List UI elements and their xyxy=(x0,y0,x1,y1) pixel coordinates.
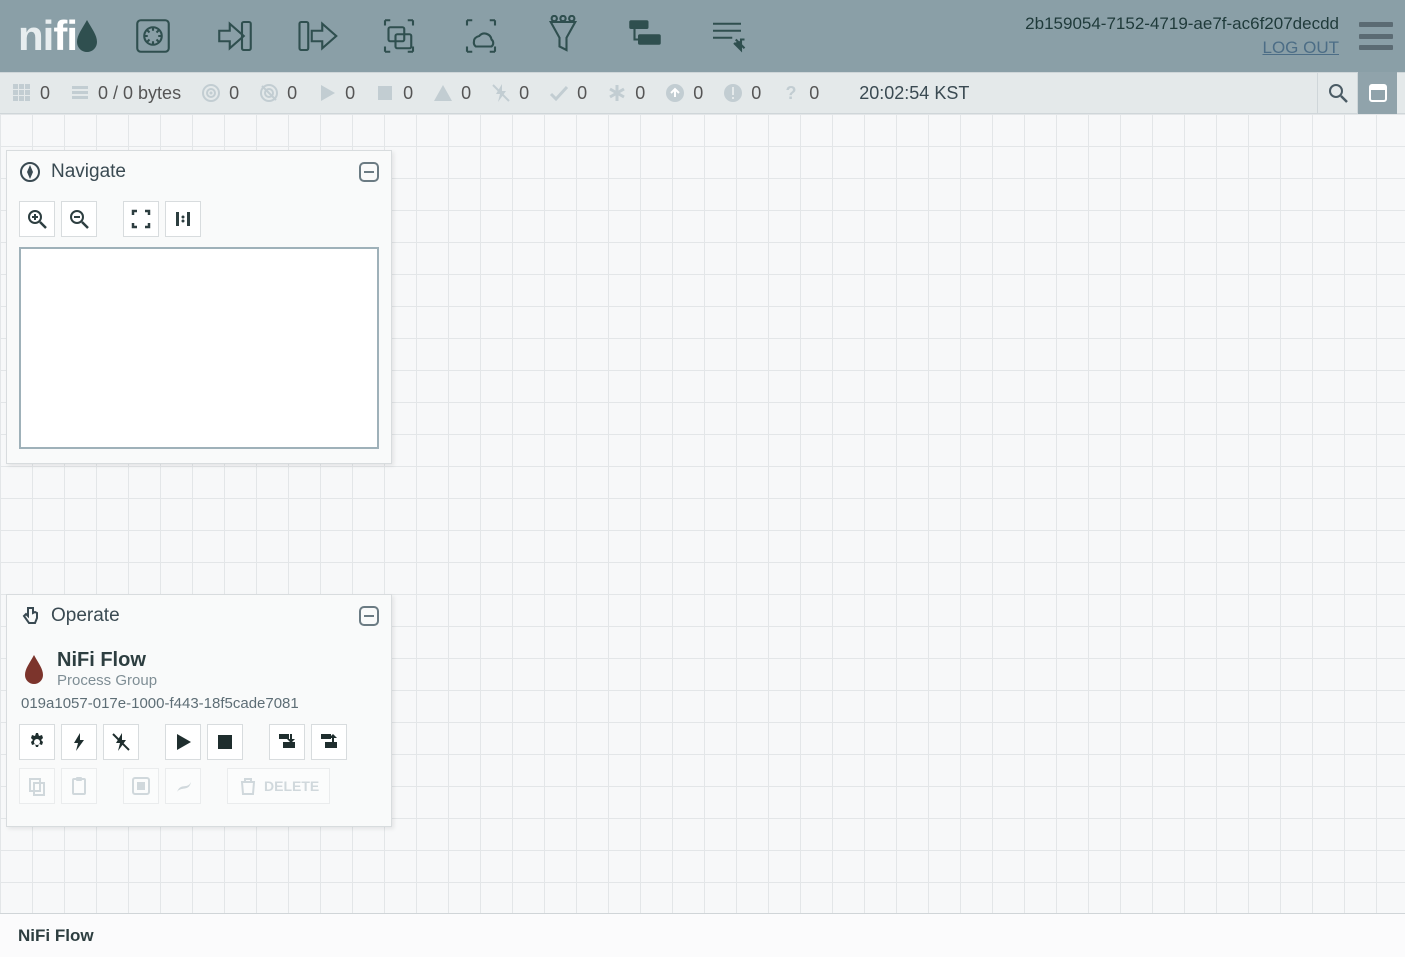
v: 0 xyxy=(635,83,645,104)
user-id: 2b159054-7152-4719-ae7f-ac6f207decdd xyxy=(1025,14,1339,34)
svg-text:?: ? xyxy=(786,83,797,103)
asterisk-icon xyxy=(607,83,627,103)
last-refresh-time: 20:02:54 KST xyxy=(859,83,969,104)
zoom-in-button[interactable] xyxy=(19,201,55,237)
question-icon: ? xyxy=(781,83,801,103)
v: 0 xyxy=(461,83,471,104)
stat-transmitting: 0 xyxy=(201,83,239,104)
hand-pointer-icon xyxy=(19,605,41,627)
status-bar: 0 0 / 0 bytes 0 0 0 0 0 0 0 0 0 0 xyxy=(0,72,1405,114)
drag-output-port-icon[interactable] xyxy=(293,12,341,60)
collapse-operate-button[interactable] xyxy=(359,606,379,626)
paste-button xyxy=(61,768,97,804)
stop-icon xyxy=(375,83,395,103)
flow-drop-icon xyxy=(23,654,45,684)
v: 0 xyxy=(345,83,355,104)
operate-title: Operate xyxy=(51,605,120,627)
navigate-title: Navigate xyxy=(51,161,126,183)
bulletin-board-button[interactable] xyxy=(1357,72,1397,114)
logo-drop-icon xyxy=(75,19,99,53)
stat-disabled: 0 xyxy=(491,83,529,104)
app-header: nifi 2b159054-7152-4719-ae7f-ac6f2 xyxy=(0,0,1405,72)
drag-processor-icon[interactable] xyxy=(129,12,177,60)
v: 0 xyxy=(751,83,761,104)
stat-up-to-date: 0 xyxy=(549,83,587,104)
exclamation-circle-icon xyxy=(723,83,743,103)
drag-label-icon[interactable] xyxy=(703,12,751,60)
zoom-out-button[interactable] xyxy=(61,201,97,237)
v: 0 xyxy=(40,83,50,104)
create-template-button[interactable] xyxy=(269,724,305,760)
drag-funnel-icon[interactable] xyxy=(539,12,587,60)
component-toolbox xyxy=(129,12,751,60)
color-button xyxy=(165,768,201,804)
birdseye-view[interactable] xyxy=(19,247,379,449)
stat-sync-failure: 0 xyxy=(723,83,761,104)
bolt-slash-icon xyxy=(491,83,511,103)
play-icon xyxy=(317,83,337,103)
upload-template-button[interactable] xyxy=(311,724,347,760)
v: 0 xyxy=(809,83,819,104)
enable-button[interactable] xyxy=(61,724,97,760)
search-button[interactable] xyxy=(1317,72,1357,114)
breadcrumb[interactable]: NiFi Flow xyxy=(0,913,1405,957)
warning-icon xyxy=(433,83,453,103)
operate-flow-name: NiFi Flow xyxy=(57,649,157,672)
operate-panel: Operate NiFi Flow Process Group 019a1057… xyxy=(6,594,392,827)
grid-icon xyxy=(12,83,32,103)
configure-button[interactable] xyxy=(19,724,55,760)
stat-queued: 0 / 0 bytes xyxy=(70,83,181,104)
v: 0 xyxy=(519,83,529,104)
stat-running: 0 xyxy=(317,83,355,104)
logout-link[interactable]: LOG OUT xyxy=(1262,38,1339,58)
drag-input-port-icon[interactable] xyxy=(211,12,259,60)
start-button[interactable] xyxy=(165,724,201,760)
logo: nifi xyxy=(18,12,99,60)
stat-invalid: 0 xyxy=(433,83,471,104)
delete-button: DELETE xyxy=(227,768,330,804)
zoom-fit-button[interactable] xyxy=(123,201,159,237)
drag-remote-process-group-icon[interactable] xyxy=(457,12,505,60)
stat-stale: 0 xyxy=(665,83,703,104)
stop-button[interactable] xyxy=(207,724,243,760)
v: 0 xyxy=(693,83,703,104)
global-menu-icon[interactable] xyxy=(1359,22,1393,50)
v: 0 xyxy=(229,83,239,104)
stat-not-transmitting: 0 xyxy=(259,83,297,104)
logo-text: nifi xyxy=(18,12,77,60)
check-icon xyxy=(549,83,569,103)
breadcrumb-root[interactable]: NiFi Flow xyxy=(18,926,94,946)
v: 0 xyxy=(287,83,297,104)
navigate-panel: Navigate xyxy=(6,150,392,464)
zoom-actual-button[interactable] xyxy=(165,201,201,237)
operate-flow-id: 019a1057-017e-1000-f443-18f5cade7081 xyxy=(21,695,379,712)
list-icon xyxy=(70,83,90,103)
arrow-up-circle-icon xyxy=(665,83,685,103)
stat-stopped: 0 xyxy=(375,83,413,104)
collapse-navigate-button[interactable] xyxy=(359,162,379,182)
stat-unknown: ? 0 xyxy=(781,83,819,104)
v: 0 xyxy=(403,83,413,104)
copy-button xyxy=(19,768,55,804)
v: 0 / 0 bytes xyxy=(98,83,181,104)
drag-template-icon[interactable] xyxy=(621,12,669,60)
compass-icon xyxy=(19,161,41,183)
user-block: 2b159054-7152-4719-ae7f-ac6f207decdd LOG… xyxy=(1025,14,1339,58)
stat-locally-modified: 0 xyxy=(607,83,645,104)
flow-canvas[interactable]: Navigate Operate NiFi Flow xyxy=(0,114,1405,913)
group-button xyxy=(123,768,159,804)
disable-button[interactable] xyxy=(103,724,139,760)
operate-flow-type: Process Group xyxy=(57,672,157,689)
bullseye-icon xyxy=(201,83,221,103)
delete-label: DELETE xyxy=(264,778,319,794)
stat-active-threads: 0 xyxy=(12,83,50,104)
bullseye-slash-icon xyxy=(259,83,279,103)
drag-process-group-icon[interactable] xyxy=(375,12,423,60)
v: 0 xyxy=(577,83,587,104)
